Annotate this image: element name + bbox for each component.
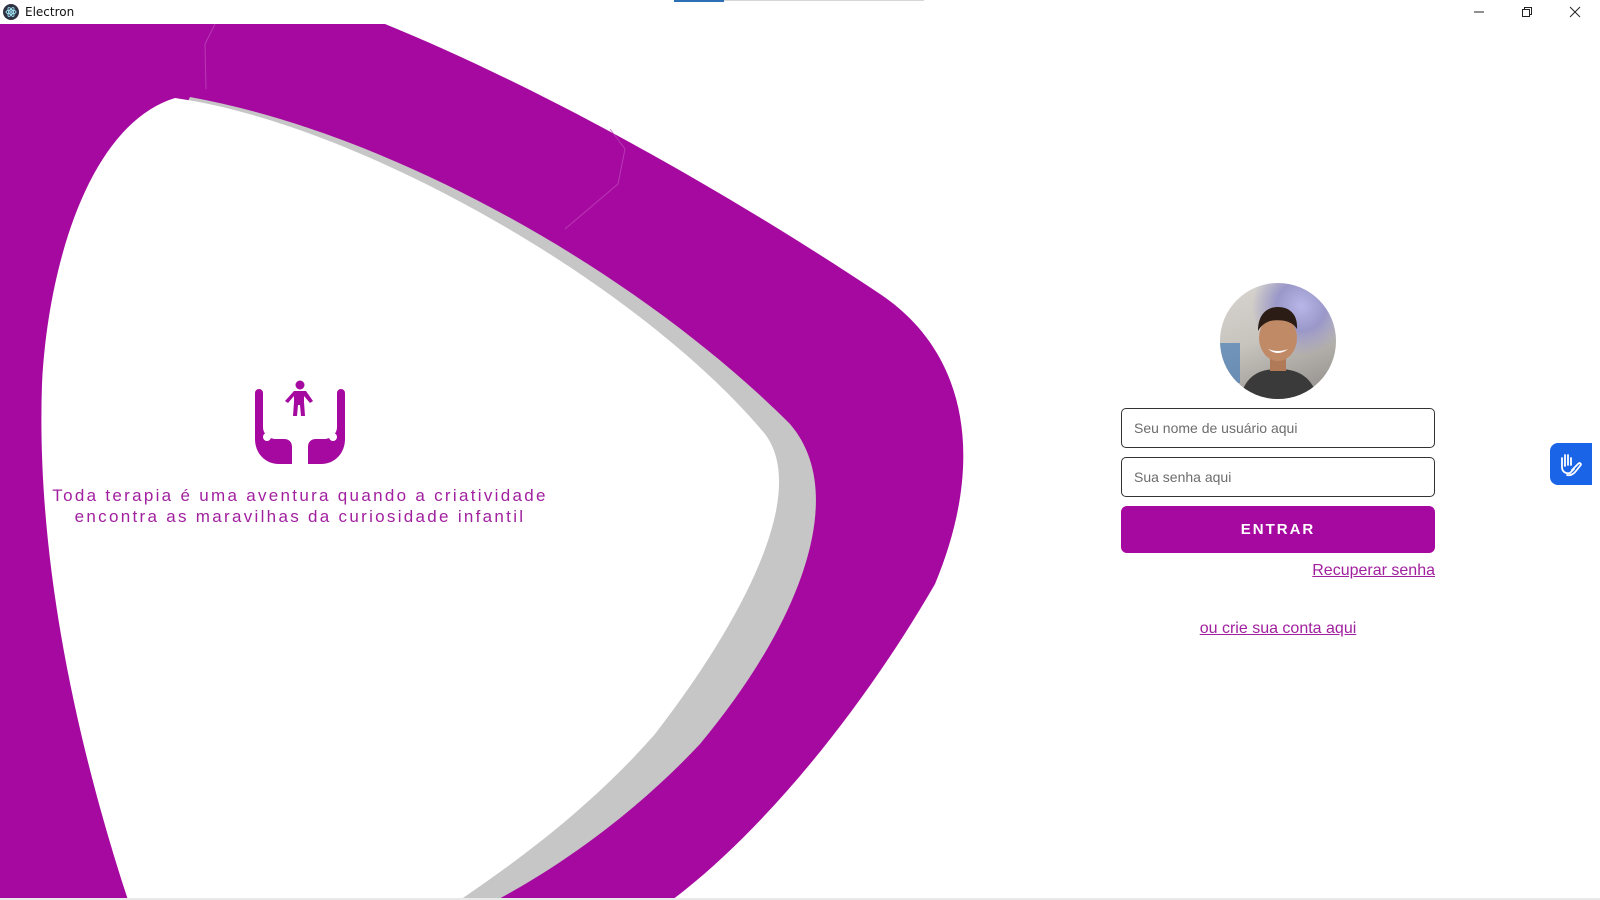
close-icon [1569,6,1581,18]
user-photo [1220,307,1318,399]
login-button[interactable]: ENTRAR [1121,506,1435,553]
recover-password-link[interactable]: Recuperar senha [1121,562,1435,580]
restore-icon [1522,7,1532,17]
password-input[interactable] [1121,457,1435,497]
window-titlebar: Electron [0,0,1600,24]
minimize-button[interactable] [1456,0,1502,24]
minimize-icon [1474,11,1484,13]
titlebar-line [724,0,924,1]
restore-button[interactable] [1504,0,1550,24]
create-account-link[interactable]: ou crie sua conta aqui [1121,620,1435,638]
close-button[interactable] [1552,0,1598,24]
titlebar-accent [674,0,724,2]
brand-block: Toda terapia é uma aventura quando a cri… [40,380,560,527]
tagline-line-2: encontra as maravilhas da curiosidade in… [74,507,526,526]
sign-language-widget-button[interactable] [1550,443,1592,485]
tagline: Toda terapia é uma aventura quando a cri… [40,485,560,527]
avatar [1220,283,1336,399]
electron-icon [3,4,19,20]
login-form: ENTRAR Recuperar senha ou crie sua conta… [1121,283,1435,638]
window-title: Electron [25,5,75,19]
tagline-line-1: Toda terapia é uma aventura quando a cri… [52,486,548,505]
hands-holding-child-icon [255,380,345,464]
sign-language-hands-icon [1561,454,1582,477]
username-input[interactable] [1121,408,1435,448]
